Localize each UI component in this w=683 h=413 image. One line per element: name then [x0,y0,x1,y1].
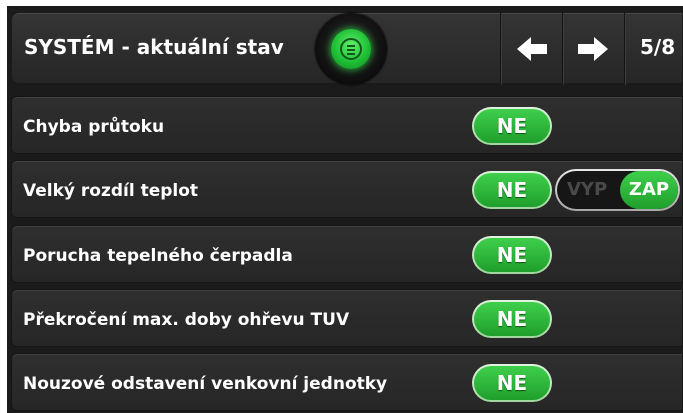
divider [624,13,625,85]
status-badge: NE [472,300,552,338]
arrow-left-icon [517,37,547,61]
status-value: NE [474,302,550,336]
enable-toggle[interactable]: VYP ZAP [555,169,680,211]
next-page-button[interactable] [574,35,610,63]
divider [562,13,563,85]
status-row-dhw-heating-timeout: Překročení max. doby ohřevu TUV NE [11,289,683,347]
page-title: SYSTÉM - aktuální stav [24,35,284,59]
status-row-temperature-difference: Velký rozdíl teplot NE VYP ZAP [11,160,683,218]
row-label: Porucha tepelného čerpadla [23,246,293,266]
menu-button[interactable] [315,13,387,85]
arrow-right-icon [578,37,608,61]
status-row-flow-error: Chyba průtoku NE [11,96,683,154]
status-badge: NE [472,364,552,402]
status-badge: NE [472,171,552,209]
page-indicator: 5/8 [640,35,676,59]
status-row-heat-pump-failure: Porucha tepelného čerpadla NE [11,225,683,283]
row-label: Chyba průtoku [23,117,165,137]
status-value: NE [474,238,550,272]
row-label: Velký rozdíl teplot [23,181,199,201]
prev-page-button[interactable] [515,35,551,63]
divider [500,13,501,85]
row-label: Překročení max. doby ohřevu TUV [23,310,350,330]
status-row-outdoor-unit-shutdown: Nouzové odstavení venkovní jednotky NE [11,353,683,411]
header-bar: SYSTÉM - aktuální stav 5/8 [11,12,683,85]
toggle-on-label: ZAP [620,171,678,209]
toggle-off-label: VYP [567,179,608,200]
status-badge: NE [472,236,552,274]
menu-list-icon [331,29,371,69]
status-value: NE [474,173,550,207]
status-value: NE [474,109,550,143]
status-value: NE [474,366,550,400]
status-badge: NE [472,107,552,145]
row-label: Nouzové odstavení venkovní jednotky [23,374,388,394]
screen: SYSTÉM - aktuální stav 5/8 Chyba průtoku… [7,6,683,413]
